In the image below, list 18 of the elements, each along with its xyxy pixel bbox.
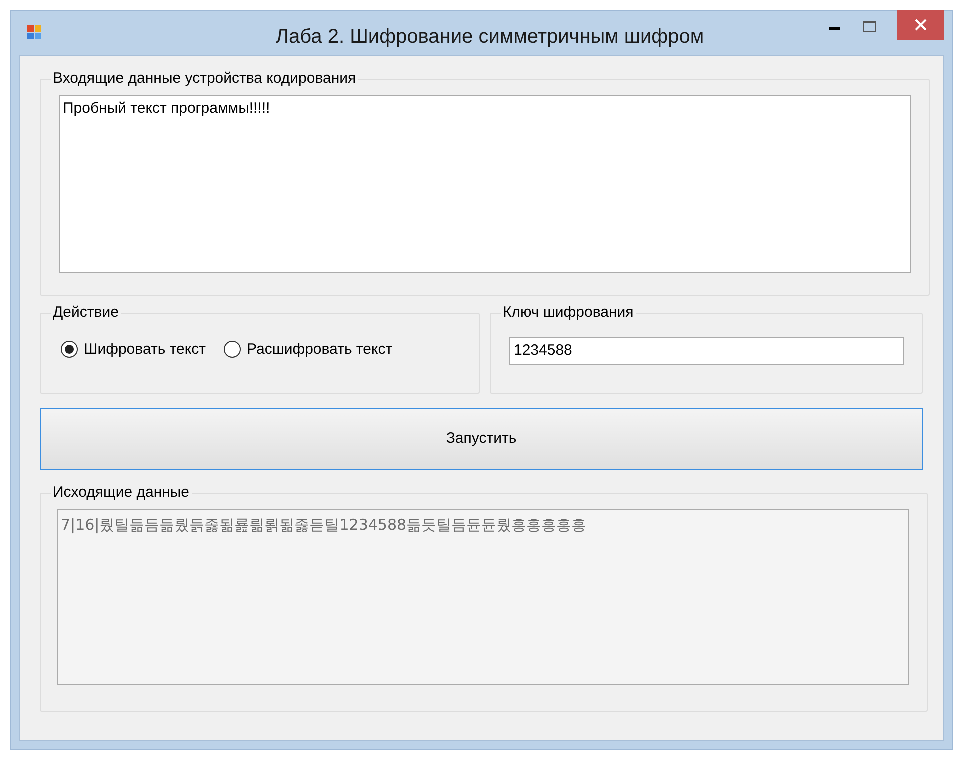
group-title: Входящие данные устройства кодирования bbox=[52, 69, 358, 89]
key-input-field[interactable]: 1234588 bbox=[509, 336, 904, 364]
group-title: Ключ шифрования bbox=[502, 303, 635, 323]
radio-option[interactable]: Расшифровать текст bbox=[224, 338, 393, 361]
radio-button[interactable] bbox=[224, 341, 241, 358]
run-button[interactable]: Запустить bbox=[40, 408, 923, 470]
close-button[interactable] bbox=[897, 10, 944, 40]
maximize-icon bbox=[862, 20, 876, 32]
radio-option[interactable]: Шифровать текст bbox=[61, 338, 206, 361]
group-title: Исходящие данные bbox=[52, 483, 191, 503]
output-text-area[interactable]: 7|16|뤘틸듦듬듦뤘듥졿됢룚릚뢹됢졿듣틸1234588듦듯틸듬듄듄뤘흥흥흥흥흥 bbox=[57, 508, 909, 684]
radio-button[interactable] bbox=[61, 341, 78, 358]
minimize-icon bbox=[828, 26, 840, 30]
window-title: Лаба 2. Шифрование симметричным шифром bbox=[274, 25, 706, 50]
app-icon bbox=[27, 25, 41, 39]
close-icon bbox=[914, 19, 926, 31]
input-text-area[interactable]: Пробный текст программы!!!!! bbox=[59, 94, 911, 272]
group-title: Действие bbox=[52, 303, 120, 323]
